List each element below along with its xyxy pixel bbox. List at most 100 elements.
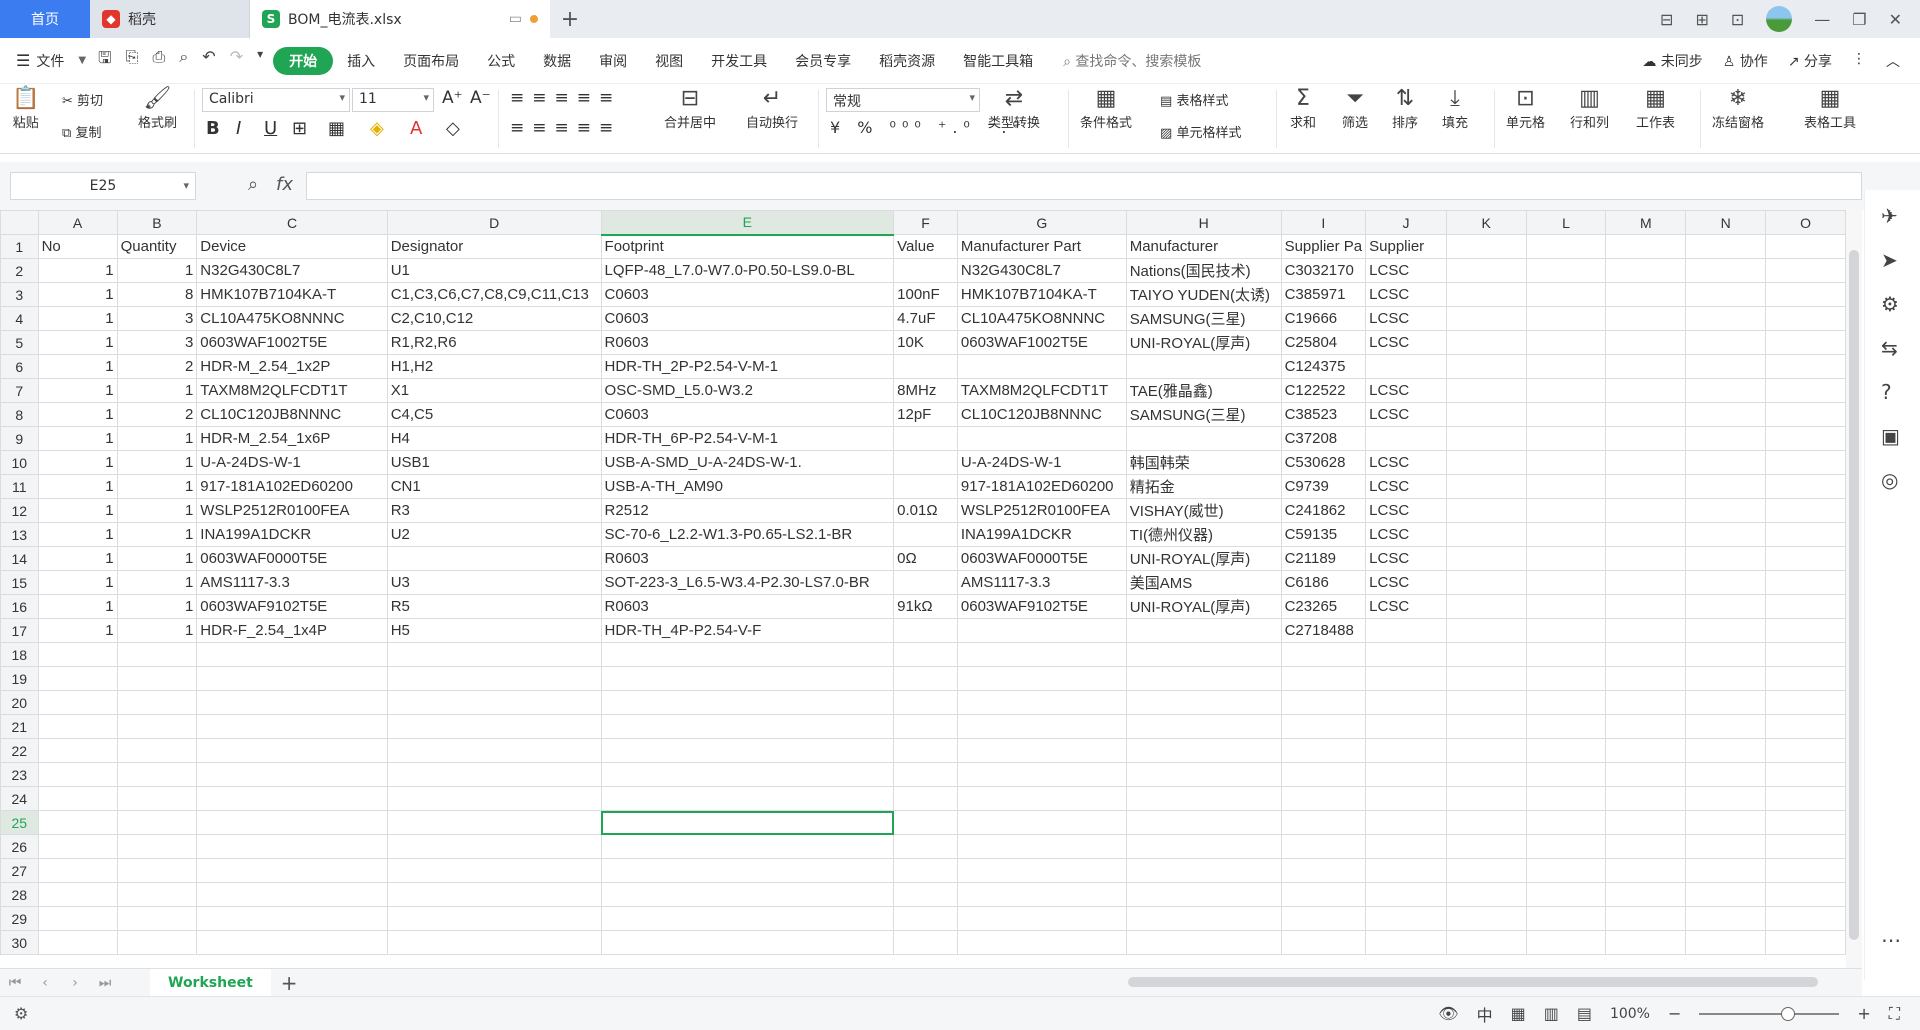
- cell[interactable]: [1685, 642, 1767, 667]
- cell[interactable]: [116, 690, 198, 715]
- name-box[interactable]: E25: [10, 172, 196, 200]
- cell[interactable]: 91kΩ: [893, 594, 958, 619]
- print-preview-icon[interactable]: ⌕: [179, 47, 188, 74]
- cell[interactable]: [196, 810, 388, 835]
- cell[interactable]: [37, 738, 118, 763]
- redo-icon[interactable]: ↷: [230, 47, 243, 74]
- row-header[interactable]: 15: [0, 570, 39, 595]
- cell[interactable]: VISHAY(威世): [1125, 498, 1282, 523]
- tab-docer[interactable]: ◆ 稻壳: [90, 0, 250, 38]
- cell[interactable]: [1365, 786, 1447, 811]
- cell[interactable]: LCSC: [1365, 546, 1447, 571]
- cell[interactable]: CN1: [386, 474, 602, 499]
- cell[interactable]: C6186: [1280, 570, 1367, 595]
- cell[interactable]: R0603: [600, 594, 895, 619]
- cell[interactable]: [1685, 306, 1767, 331]
- row-header[interactable]: 5: [0, 330, 39, 355]
- cell[interactable]: [1685, 426, 1767, 451]
- collab-button[interactable]: ♙ 协作: [1723, 51, 1768, 71]
- cell[interactable]: [1125, 810, 1282, 835]
- cell[interactable]: [1365, 690, 1447, 715]
- cell[interactable]: HDR-TH_6P-P2.54-V-M-1: [600, 426, 895, 451]
- cell[interactable]: [1765, 402, 1846, 427]
- cell[interactable]: LCSC: [1365, 402, 1447, 427]
- cell[interactable]: R2512: [600, 498, 895, 523]
- cell[interactable]: [893, 690, 958, 715]
- cell[interactable]: [1525, 474, 1607, 499]
- cell[interactable]: [1365, 810, 1447, 835]
- row-header[interactable]: 17: [0, 618, 39, 643]
- image-icon[interactable]: ▣: [1881, 424, 1900, 448]
- cell[interactable]: Nations(国民技术): [1125, 258, 1282, 283]
- cell[interactable]: [893, 714, 958, 739]
- cell[interactable]: [1685, 450, 1767, 475]
- cell[interactable]: Designator: [386, 234, 602, 259]
- cell-button[interactable]: ⊡ 单元格: [1506, 86, 1545, 131]
- cell[interactable]: WSLP2512R0100FEA: [196, 498, 388, 523]
- cell[interactable]: [1525, 282, 1607, 307]
- cell[interactable]: [1685, 234, 1767, 259]
- cell[interactable]: [1605, 858, 1687, 883]
- cell[interactable]: 0603WAF1002T5E: [196, 330, 388, 355]
- font-color-icon[interactable]: A: [410, 118, 422, 139]
- cell[interactable]: [1445, 906, 1527, 931]
- cell[interactable]: [893, 882, 958, 907]
- cell[interactable]: [1365, 426, 1447, 451]
- menu-docer-resources[interactable]: 稻壳资源: [865, 51, 949, 71]
- column-header[interactable]: N: [1685, 210, 1767, 235]
- cell[interactable]: [893, 450, 958, 475]
- cell[interactable]: [1605, 882, 1687, 907]
- cell[interactable]: [600, 762, 895, 787]
- font-size-select[interactable]: 11: [352, 88, 434, 112]
- cell[interactable]: [1125, 690, 1282, 715]
- cell[interactable]: 精拓金: [1125, 474, 1282, 499]
- cell[interactable]: 917-181A102ED60200: [956, 474, 1127, 499]
- row-header[interactable]: 23: [0, 762, 39, 787]
- cell[interactable]: LCSC: [1365, 522, 1447, 547]
- cell[interactable]: [1765, 546, 1846, 571]
- cell[interactable]: LCSC: [1365, 306, 1447, 331]
- cell[interactable]: [1685, 738, 1767, 763]
- window-layout-icon[interactable]: ⊟: [1660, 10, 1673, 29]
- cell[interactable]: [1765, 522, 1846, 547]
- bold-icon[interactable]: B: [206, 118, 220, 139]
- cell[interactable]: [893, 810, 958, 835]
- cell[interactable]: [1525, 306, 1607, 331]
- cell[interactable]: 1: [37, 522, 118, 547]
- close-icon[interactable]: ✕: [1889, 10, 1902, 29]
- restore-icon[interactable]: ❐: [1852, 10, 1866, 29]
- cell[interactable]: [1445, 450, 1527, 475]
- cell[interactable]: C122522: [1280, 378, 1367, 403]
- cell[interactable]: [1525, 786, 1607, 811]
- cell[interactable]: CL10A475KO8NNNC: [196, 306, 388, 331]
- row-header[interactable]: 25: [0, 810, 39, 835]
- row-header[interactable]: 22: [0, 738, 39, 763]
- cell[interactable]: [956, 786, 1127, 811]
- cell[interactable]: [1765, 714, 1846, 739]
- cell[interactable]: 1: [116, 570, 198, 595]
- cell[interactable]: [1280, 666, 1367, 691]
- cell[interactable]: No: [37, 234, 118, 259]
- cell[interactable]: SOT-223-3_L6.5-W3.4-P2.30-LS7.0-BR: [600, 570, 895, 595]
- cell[interactable]: C0603: [600, 306, 895, 331]
- cell[interactable]: C38523: [1280, 402, 1367, 427]
- cell[interactable]: [1525, 834, 1607, 859]
- cell[interactable]: [116, 834, 198, 859]
- cell[interactable]: [196, 834, 388, 859]
- cell[interactable]: [1525, 426, 1607, 451]
- column-header[interactable]: J: [1365, 210, 1447, 235]
- cell[interactable]: 1: [37, 354, 118, 379]
- menu-view[interactable]: 视图: [641, 51, 697, 71]
- cell[interactable]: LCSC: [1365, 258, 1447, 283]
- cell[interactable]: [1765, 834, 1846, 859]
- cell[interactable]: 8: [116, 282, 198, 307]
- cell[interactable]: INA199A1DCKR: [196, 522, 388, 547]
- cell[interactable]: [1525, 546, 1607, 571]
- font-grow-icon[interactable]: A⁺: [442, 88, 463, 108]
- cell[interactable]: 1: [37, 426, 118, 451]
- cell[interactable]: LCSC: [1365, 378, 1447, 403]
- cell[interactable]: [1685, 378, 1767, 403]
- cell[interactable]: U1: [386, 258, 602, 283]
- cell[interactable]: [1605, 234, 1687, 259]
- cell[interactable]: 1: [116, 498, 198, 523]
